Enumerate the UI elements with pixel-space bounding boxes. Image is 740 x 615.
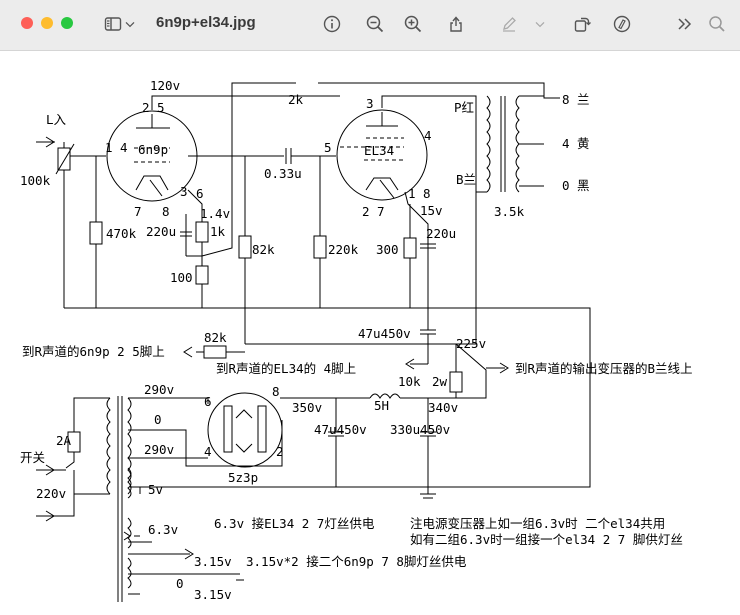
label-v0: 0 [154,412,162,427]
label-w315a: 3.15v [194,554,232,569]
rectifier-pin-8: 8 [272,384,280,399]
tube1-pin-8: 8 [162,204,170,219]
tube2-pin-right: 4 [424,128,432,143]
close-window-button[interactable] [21,17,33,29]
label-to-r-trans: 到R声道的输出变压器的B兰线上 [515,361,693,376]
schematic-diagram: L入 100k 470k 120v 2k 0.33u 1.4v 1k 220u … [20,78,693,602]
label-tap8: 8 兰 [562,92,590,107]
label-ot-p: P红 [454,100,474,115]
markup-button[interactable] [496,11,522,37]
rectifier-pin-6: 6 [204,394,212,409]
tube2-name: EL34 [364,143,394,158]
label-ot-b: B兰 [456,172,476,187]
chevron-down-icon [535,21,545,28]
label-v-plate: 120v [150,78,180,93]
label-v340: 340v [428,400,458,415]
rectifier-pin-2: 2 [276,444,284,459]
tube1-pin-7: 7 [134,204,142,219]
tube1-pins-left: 1 4 [105,140,128,155]
label-v290b: 290v [144,442,174,457]
label-fuse: 2A [56,433,72,448]
label-v350: 350v [292,400,322,415]
label-c-filter3: 330u450v [390,422,450,437]
rotate-button[interactable] [569,11,595,37]
label-input: L入 [46,112,67,127]
label-w-2w: 2w [432,374,448,389]
info-icon [323,15,341,33]
label-r-82k-a: 82k [252,242,275,257]
document-title: 6n9p+el34.jpg [156,14,256,31]
tube1-pins-top: 2 5 [142,100,165,115]
search-button[interactable] [704,11,730,37]
zoom-in-icon [404,15,422,33]
label-r-fb: 100 [170,270,193,285]
tube2-pin-top: 3 [366,96,374,111]
markup-menu-button[interactable] [532,11,548,37]
rectifier-name: 5z3p [228,470,258,485]
zoom-out-button[interactable] [362,11,388,37]
label-mains: 220v [36,486,66,501]
label-note4: 3.15v*2 接二个6n9p 7 8脚灯丝供电 [246,554,467,569]
annotate-button[interactable] [609,11,635,37]
label-vol: 100k [20,173,51,188]
label-v-225: 225v [456,336,486,351]
label-w315b: 3.15v [194,587,232,602]
label-r-82k-b: 82k [204,330,227,345]
label-v5: 5v [148,482,163,497]
label-ot-impedance: 3.5k [494,204,525,219]
sidebar-icon [104,17,122,31]
label-to-r-6n9p: 到R声道的6n9p 2 5脚上 [22,344,165,359]
annotate-icon [613,15,631,33]
more-tools-button[interactable] [672,11,698,37]
tube2-pins-cathode: 1 8 [408,186,431,201]
label-tap0: 0 黑 [562,178,590,193]
label-switch: 开关 [20,450,45,465]
label-note2: 注电源变压器上如一组6.3v时 二个el34共用 [410,516,665,531]
share-button[interactable] [443,11,469,37]
rectifier-pin-4: 4 [204,444,212,459]
label-r-cath2: 300 [376,242,399,257]
markup-pen-icon [503,17,516,32]
tube2-pins-bottom: 2 7 [362,204,385,219]
label-c-cath1: 220u [146,224,176,239]
label-r-10k: 10k [398,374,421,389]
info-button[interactable] [319,11,345,37]
label-note1: 6.3v 接EL34 2 7灯丝供电 [214,516,375,531]
label-note3: 如有二组6.3v时一组接一个el34 2 7 脚供灯丝 [410,532,683,547]
view-menu-button[interactable] [122,11,138,37]
image-canvas: L入 100k 470k 120v 2k 0.33u 1.4v 1k 220u … [0,51,740,615]
title-bar: 6n9p+el34.jpg [0,0,740,51]
label-tap4: 4 黄 [562,136,590,151]
tube2-pin-grid: 5 [324,140,332,155]
label-c-cath2: 220u [426,226,456,241]
label-v290a: 290v [144,382,174,397]
label-w0: 0 [176,576,184,591]
label-r-cath1: 1k [210,224,226,239]
label-c-filter1: 47u450v [358,326,411,341]
label-r-grid: 470k [106,226,137,241]
label-v-cath2: 15v [420,203,443,218]
share-icon [450,16,462,32]
rectifier-5z3p [207,392,283,468]
label-v-cath1: 1.4v [200,206,230,221]
zoom-out-icon [366,15,384,33]
label-c-filter2: 47u450v [314,422,367,437]
zoom-window-button[interactable] [61,17,73,29]
label-r-plate: 2k [288,92,304,107]
label-to-r-el34: 到R声道的EL34的 4脚上 [216,361,356,376]
zoom-in-button[interactable] [400,11,426,37]
chevron-down-icon [125,21,135,28]
tube1-pin-6: 6 [196,186,204,201]
label-r-220k: 220k [328,242,359,257]
label-cap-couple: 0.33u [264,166,302,181]
rotate-icon [574,17,591,32]
minimize-window-button[interactable] [41,17,53,29]
more-icon [678,18,692,30]
label-choke: 5H [374,398,389,413]
label-w63: 6.3v [148,522,178,537]
tube1-name: 6n9p [138,142,168,157]
search-icon [709,16,725,32]
tube1-pin-right: 3 [180,184,188,199]
